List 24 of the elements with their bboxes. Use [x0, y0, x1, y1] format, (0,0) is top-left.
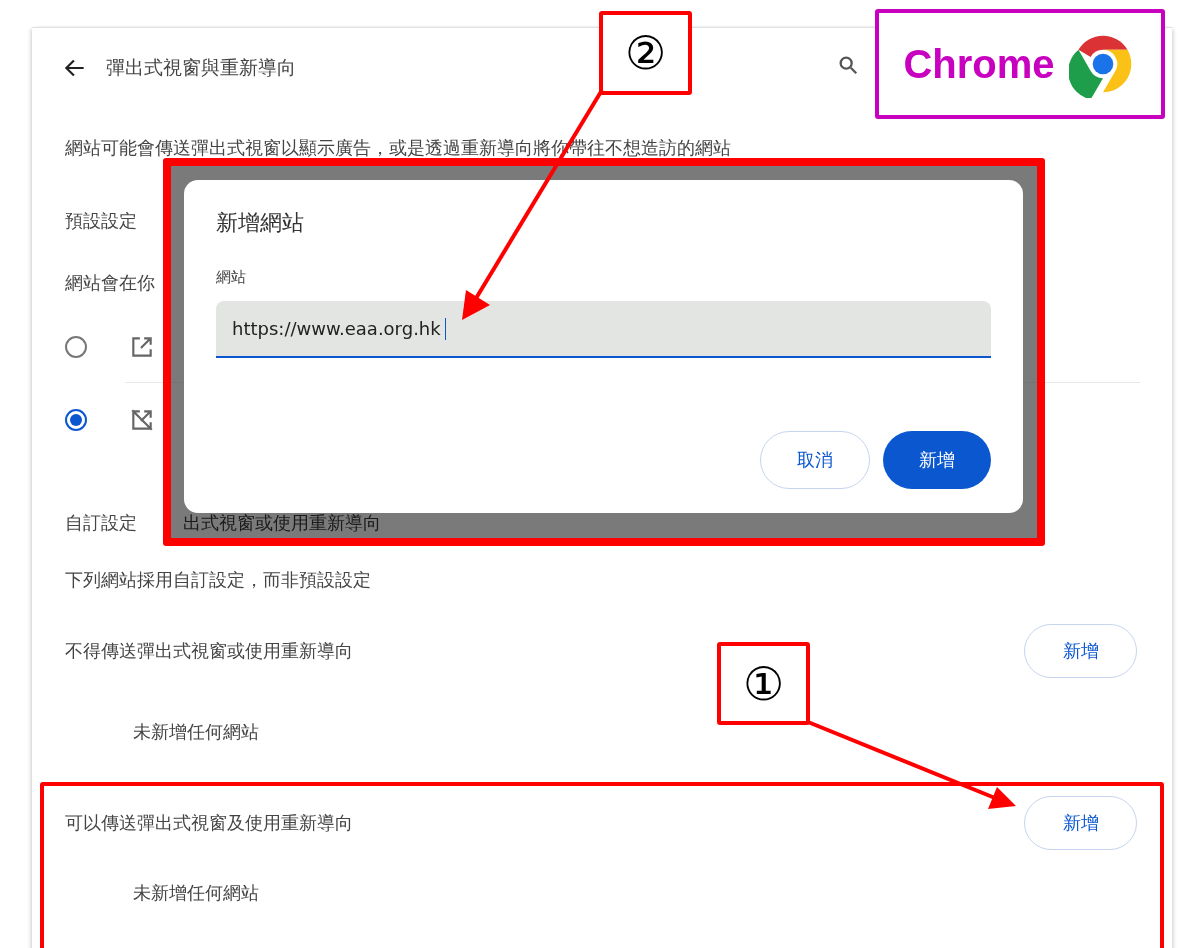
add-button[interactable]: 新增 [883, 431, 991, 489]
dialog-title: 新增網站 [216, 209, 305, 237]
list-heading: 可以傳送彈出式視窗及使用重新導向 [65, 811, 353, 835]
radio-button[interactable] [65, 336, 87, 358]
section-heading: 自訂設定 [65, 511, 137, 535]
add-button[interactable]: 新增 [1024, 796, 1137, 850]
section-text: 網站會在你 [65, 270, 155, 295]
section-text: 下列網站採用自訂設定，而非預設設定 [65, 567, 371, 592]
browser-name: Chrome [903, 41, 1055, 87]
add-button[interactable]: 新增 [1024, 624, 1137, 678]
empty-list-text: 未新增任何網站 [133, 719, 259, 744]
radio-button[interactable] [65, 408, 87, 431]
page-title: 彈出式視窗與重新導向 [106, 54, 296, 80]
section-text: 出式視窗或使用重新導向 [183, 511, 381, 535]
step-number: ① [743, 656, 784, 711]
search-icon[interactable] [837, 54, 859, 76]
empty-list-text: 未新增任何網站 [133, 881, 259, 905]
external-link-icon [129, 334, 155, 360]
field-label: 網站 [216, 268, 247, 287]
url-input-field[interactable]: https://www.eaa.org.hk [216, 301, 991, 358]
list-heading: 不得傳送彈出式視窗或使用重新導向 [65, 639, 353, 663]
section-heading: 預設設定 [65, 209, 137, 233]
cancel-button[interactable]: 取消 [760, 431, 870, 489]
step-number: ② [625, 26, 666, 80]
